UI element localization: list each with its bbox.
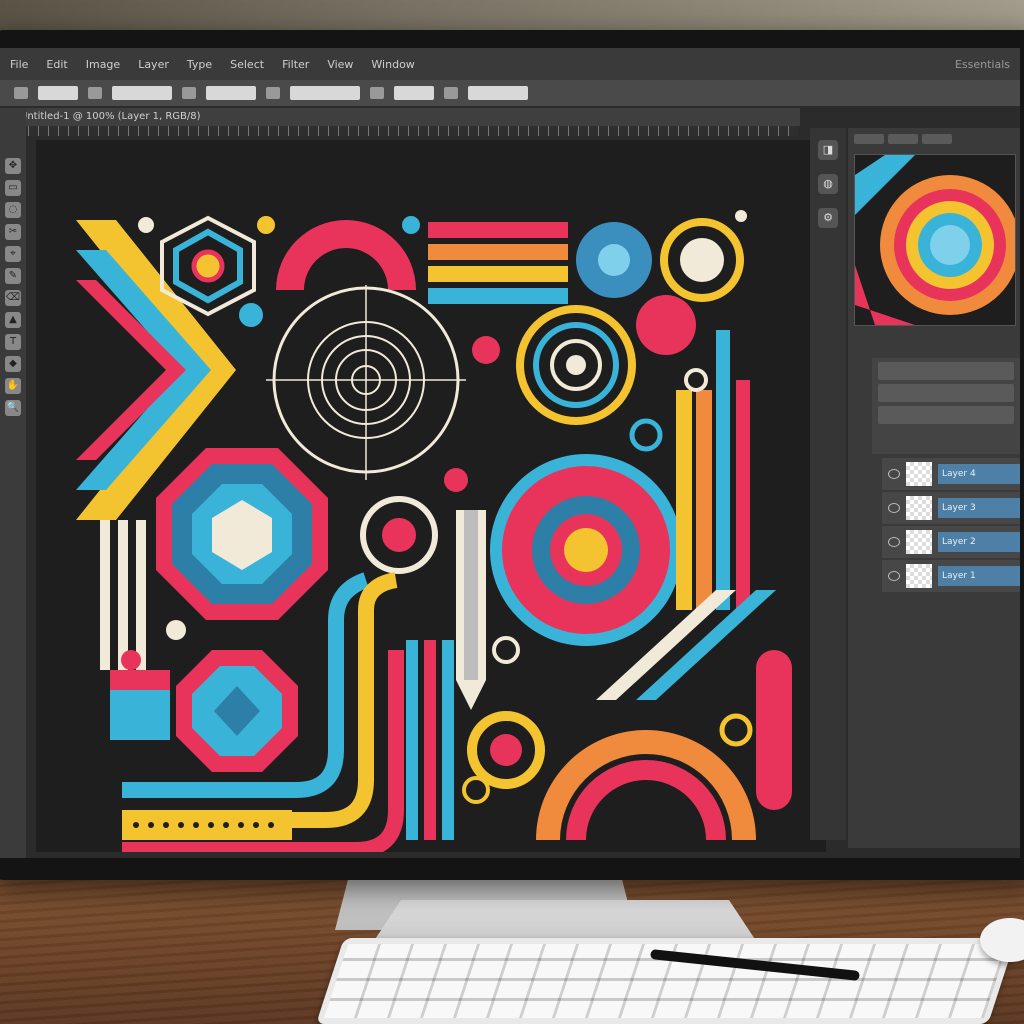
visibility-eye-icon[interactable]: [888, 503, 900, 513]
options-bar: [0, 80, 1020, 106]
menu-item-edit[interactable]: Edit: [46, 58, 67, 71]
menu-bar: File Edit Image Layer Type Select Filter…: [0, 48, 1020, 80]
option-icon[interactable]: [444, 87, 458, 99]
property-row[interactable]: [878, 362, 1014, 380]
pen-tool-icon[interactable]: ◆: [5, 356, 21, 372]
option-icon[interactable]: [88, 87, 102, 99]
layer-name[interactable]: Layer 1: [938, 566, 1020, 586]
settings-icon[interactable]: ⚙: [818, 208, 838, 228]
menu-item-window[interactable]: Window: [371, 58, 414, 71]
layer-row[interactable]: Layer 1: [882, 560, 1020, 592]
layer-row[interactable]: Layer 3: [882, 492, 1020, 524]
bottom-stripes: [406, 640, 454, 840]
geometric-artwork: [36, 140, 826, 852]
menu-item-type[interactable]: Type: [187, 58, 212, 71]
type-tool-icon[interactable]: T: [5, 334, 21, 350]
menu-item-filter[interactable]: Filter: [282, 58, 309, 71]
red-dot: [636, 295, 696, 355]
octagon-shape: [156, 448, 328, 620]
marquee-tool-icon[interactable]: ▭: [5, 180, 21, 196]
panel-icon-strip: ◨ ◍ ⚙: [810, 128, 846, 840]
preview-thumbnail: [855, 155, 1015, 325]
option-icon[interactable]: [266, 87, 280, 99]
shape-tool-icon[interactable]: ▲: [5, 312, 21, 328]
layer-thumbnail: [906, 462, 932, 486]
visibility-eye-icon[interactable]: [888, 469, 900, 479]
tab-navigator[interactable]: [854, 134, 884, 144]
eyedropper-tool-icon[interactable]: ⌖: [5, 246, 21, 262]
small-octagon: [176, 650, 298, 772]
menu-item-select[interactable]: Select: [230, 58, 264, 71]
visibility-eye-icon[interactable]: [888, 537, 900, 547]
navigator-icon[interactable]: ◨: [818, 140, 838, 160]
crop-tool-icon[interactable]: ✂: [5, 224, 21, 240]
monitor: File Edit Image Layer Type Select Filter…: [0, 30, 1024, 880]
layer-name[interactable]: Layer 3: [938, 498, 1020, 518]
navigator-preview[interactable]: [854, 154, 1016, 326]
eraser-tool-icon[interactable]: ⌫: [5, 290, 21, 306]
property-row[interactable]: [878, 406, 1014, 424]
menu-item-layer[interactable]: Layer: [138, 58, 169, 71]
option-icon[interactable]: [182, 87, 196, 99]
layer-name[interactable]: Layer 2: [938, 532, 1020, 552]
tab-info[interactable]: [922, 134, 952, 144]
panel-tabs: [848, 128, 1020, 154]
tool-preset-icon[interactable]: [14, 87, 28, 99]
tools-panel: ✥ ▭ ◌ ✂ ⌖ ✎ ⌫ ▲ T ◆ ✋ 🔍: [0, 108, 26, 858]
app-window: File Edit Image Layer Type Select Filter…: [0, 48, 1020, 858]
zoom-tool-icon[interactable]: 🔍: [5, 400, 21, 416]
color-icon[interactable]: ◍: [818, 174, 838, 194]
option-field[interactable]: [206, 86, 256, 100]
artwork-canvas[interactable]: [36, 140, 826, 852]
pencil-shape: [456, 510, 486, 710]
menu-item-image[interactable]: Image: [86, 58, 120, 71]
layer-thumbnail: [906, 496, 932, 520]
menu-item-view[interactable]: View: [327, 58, 353, 71]
layer-thumbnail: [906, 564, 932, 588]
tab-histogram[interactable]: [888, 134, 918, 144]
move-tool-icon[interactable]: ✥: [5, 158, 21, 174]
red-capsule: [756, 650, 792, 810]
option-field[interactable]: [38, 86, 78, 100]
yellow-rings: [516, 305, 636, 425]
option-field[interactable]: [468, 86, 528, 100]
menu-item-file[interactable]: File: [10, 58, 28, 71]
horizontal-ruler: [18, 126, 798, 136]
property-row[interactable]: [878, 384, 1014, 402]
dotted-band: [122, 810, 292, 840]
option-icon[interactable]: [370, 87, 384, 99]
layer-thumbnail: [906, 530, 932, 554]
vertical-stripes: [100, 520, 146, 670]
option-field[interactable]: [290, 86, 360, 100]
hand-tool-icon[interactable]: ✋: [5, 378, 21, 394]
option-field[interactable]: [394, 86, 434, 100]
layer-row[interactable]: Layer 2: [882, 526, 1020, 558]
document-tab[interactable]: Untitled-1 @ 100% (Layer 1, RGB/8): [12, 108, 800, 126]
desk-scene: File Edit Image Layer Type Select Filter…: [0, 0, 1024, 1024]
layer-row[interactable]: Layer 4: [882, 458, 1020, 490]
workspace-switcher[interactable]: Essentials: [955, 58, 1020, 71]
layers-panel: Layer 4 Layer 3 Layer 2 Layer 1: [882, 458, 1020, 594]
option-field[interactable]: [112, 86, 172, 100]
visibility-eye-icon[interactable]: [888, 571, 900, 581]
bullseye-shape: [490, 454, 682, 646]
brush-tool-icon[interactable]: ✎: [5, 268, 21, 284]
properties-block: [872, 358, 1020, 454]
layer-name[interactable]: Layer 4: [938, 464, 1020, 484]
right-panel: Layer 4 Layer 3 Layer 2 Layer 1: [848, 128, 1020, 848]
lasso-tool-icon[interactable]: ◌: [5, 202, 21, 218]
